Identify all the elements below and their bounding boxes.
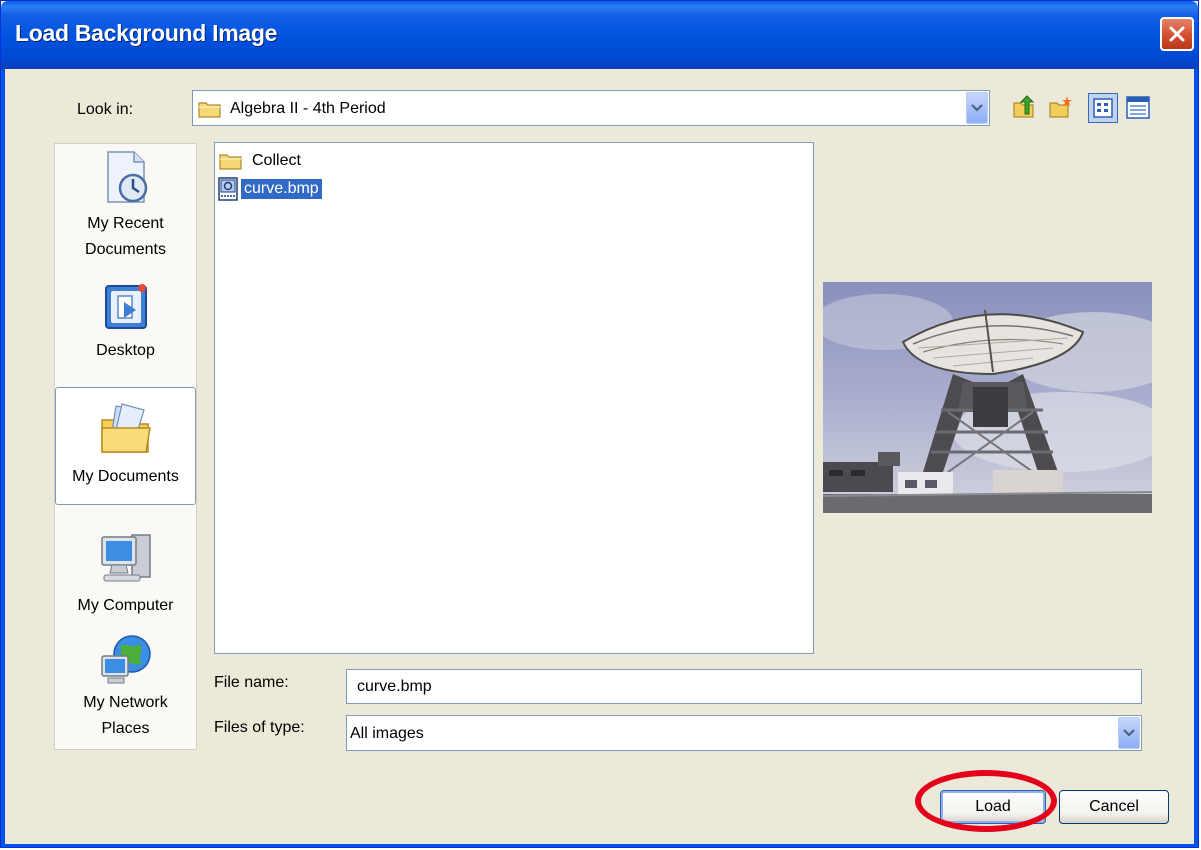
- files-of-type-dropdown-arrow[interactable]: [1118, 717, 1140, 749]
- close-button[interactable]: [1160, 17, 1194, 51]
- look-in-value: Algebra II - 4th Period: [230, 100, 386, 117]
- files-of-type-label: Files of type:: [214, 719, 305, 736]
- image-preview: [823, 282, 1152, 513]
- up-folder-icon: [1013, 95, 1035, 118]
- new-folder-icon: [1049, 96, 1072, 118]
- desktop-icon: [104, 284, 147, 329]
- create-new-folder-button[interactable]: [1048, 94, 1074, 120]
- place-label: My Documents: [72, 468, 179, 485]
- file-name-value: curve.bmp: [357, 677, 432, 695]
- window-border-right: [1194, 69, 1198, 847]
- window-border-bottom: [1, 844, 1198, 847]
- close-icon: [1169, 26, 1185, 42]
- details-view-icon: [1126, 96, 1150, 119]
- place-desktop[interactable]: Desktop: [55, 274, 196, 370]
- chevron-down-icon: [1123, 729, 1135, 737]
- cancel-button[interactable]: Cancel: [1059, 790, 1169, 824]
- list-item-file[interactable]: curve.bmp: [217, 177, 322, 201]
- place-label: My Recent Documents: [85, 215, 166, 258]
- network-places-icon: [100, 635, 151, 684]
- look-in-dropdown[interactable]: Algebra II - 4th Period: [192, 90, 990, 126]
- place-label: My Computer: [77, 597, 174, 614]
- place-my-recent-documents[interactable]: My Recent Documents: [55, 146, 196, 264]
- details-view-button[interactable]: [1125, 95, 1151, 121]
- folder-icon: [219, 154, 242, 170]
- load-background-image-dialog: Load Background Image Look in: Algebra I…: [0, 0, 1199, 848]
- radio-telescope-preview-image: [823, 282, 1152, 513]
- up-one-level-button[interactable]: [1011, 94, 1037, 120]
- my-computer-icon: [100, 534, 151, 582]
- files-of-type-dropdown[interactable]: All images: [346, 715, 1142, 751]
- list-item-folder[interactable]: Collect: [219, 149, 304, 173]
- place-label: Desktop: [96, 342, 155, 359]
- place-my-documents[interactable]: My Documents: [55, 387, 196, 505]
- file-name-input[interactable]: curve.bmp: [346, 669, 1142, 704]
- chevron-down-icon: [971, 104, 983, 112]
- folder-icon: [198, 102, 221, 118]
- place-my-computer[interactable]: My Computer: [55, 525, 196, 629]
- red-annotation-circle: [915, 770, 1057, 832]
- look-in-dropdown-arrow[interactable]: [966, 92, 988, 124]
- dialog-title: Load Background Image: [15, 20, 278, 46]
- list-view-icon: [1093, 98, 1113, 118]
- window-border-left: [1, 69, 5, 847]
- file-list[interactable]: Collect curve.bmp: [214, 142, 814, 654]
- my-documents-icon: [100, 403, 151, 453]
- recent-documents-icon: [106, 151, 147, 203]
- files-of-type-value: All images: [350, 725, 424, 742]
- places-bar: My Recent Documents Desktop My Documents: [54, 143, 197, 750]
- place-my-network-places[interactable]: My Network Places: [55, 632, 196, 748]
- place-label: My Network Places: [83, 694, 168, 737]
- file-name: Collect: [252, 152, 301, 169]
- view-menu-button[interactable]: [1088, 93, 1118, 123]
- title-bar[interactable]: Load Background Image: [1, 1, 1198, 69]
- file-name: curve.bmp: [241, 179, 322, 199]
- look-in-label: Look in:: [77, 101, 134, 118]
- image-file-icon: [218, 177, 238, 201]
- file-name-label: File name:: [214, 674, 289, 691]
